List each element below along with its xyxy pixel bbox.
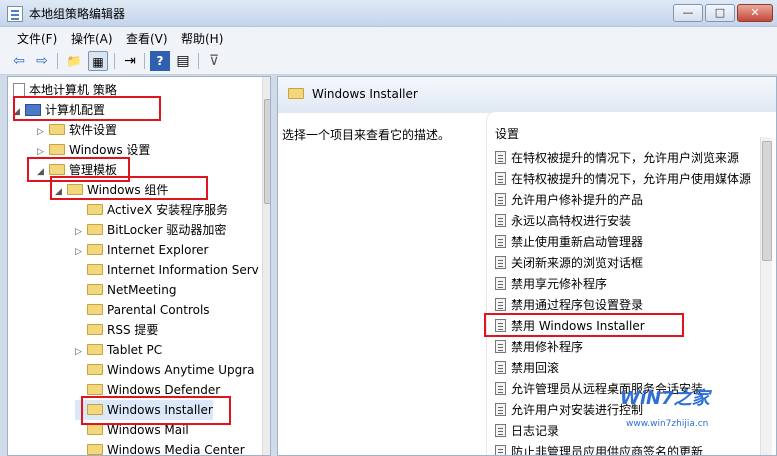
toolbar-separator [144, 53, 145, 69]
list-item[interactable]: 允许用户修补提升的产品 [495, 190, 643, 210]
show-hide-tree-icon[interactable]: ▦ [88, 51, 108, 71]
folder-icon [87, 344, 103, 355]
folder-icon [87, 444, 103, 455]
collapsed-arrow-icon[interactable]: ▷ [75, 242, 87, 262]
folder-icon [87, 264, 103, 275]
policy-setting-icon [495, 298, 506, 311]
details-title: Windows Installer [312, 87, 418, 101]
tree-item-component[interactable]: Parental Controls [75, 300, 210, 320]
policy-setting-icon [495, 403, 506, 416]
forward-arrow-icon[interactable]: ⇨ [32, 51, 52, 71]
folder-icon [49, 124, 65, 135]
folder-icon [87, 364, 103, 375]
policy-setting-icon [495, 193, 506, 206]
column-header-setting[interactable]: 设置 [495, 125, 519, 142]
menu-bar: 文件(F) 操作(A) 查看(V) 帮助(H) [0, 27, 777, 47]
properties-icon[interactable]: ▤ [173, 51, 193, 71]
menu-help[interactable]: 帮助(H) [181, 30, 223, 47]
tree-item-component[interactable]: ▷ Internet Explorer [75, 240, 208, 260]
list-item[interactable]: 永远以高特权进行安装 [495, 211, 631, 231]
folder-icon [87, 224, 103, 235]
watermark-url: www.win7zhijia.cn [626, 419, 709, 429]
title-bar: 本地组策略编辑器 — □ ✕ [0, 0, 777, 27]
collapsed-arrow-icon[interactable]: ▷ [75, 342, 87, 362]
folder-icon [87, 284, 103, 295]
list-item[interactable]: 禁用通过程序包设置登录 [495, 295, 643, 315]
export-list-icon[interactable]: ⇥ [120, 51, 140, 71]
list-item[interactable]: 在特权被提升的情况下，允许用户使用媒体源 [495, 169, 751, 189]
folder-icon [87, 424, 103, 435]
window-title: 本地组策略编辑器 [29, 7, 126, 21]
back-arrow-icon[interactable]: ⇦ [9, 51, 29, 71]
folder-icon [87, 244, 103, 255]
details-scrollbar-thumb[interactable] [762, 141, 772, 261]
close-button[interactable]: ✕ [737, 4, 773, 22]
tree-item-component[interactable]: ▷ Tablet PC [75, 340, 162, 360]
highlight-computer-config [13, 96, 161, 121]
policy-setting-icon [495, 235, 506, 248]
policy-setting-icon [495, 424, 506, 437]
list-item[interactable]: 禁止使用重新启动管理器 [495, 232, 643, 252]
menu-view[interactable]: 查看(V) [126, 30, 168, 47]
policy-setting-icon [495, 445, 506, 455]
tree-item-component[interactable]: RSS 提要 [75, 320, 158, 340]
tree-scrollbar-thumb[interactable] [264, 99, 270, 204]
tree-item-component[interactable]: ActiveX 安装程序服务 [75, 200, 228, 220]
folder-icon [49, 144, 65, 155]
watermark-logo: WiN7之家 [620, 388, 710, 409]
policy-setting-icon [495, 151, 506, 164]
help-icon[interactable]: ? [150, 51, 170, 71]
policy-setting-icon [495, 256, 506, 269]
up-folder-icon[interactable]: 📁 [64, 51, 84, 71]
folder-icon [87, 384, 103, 395]
folder-icon [87, 204, 103, 215]
folder-icon [87, 324, 103, 335]
tree-item-component[interactable]: Windows Media Center [75, 440, 245, 455]
tree-item-software-settings[interactable]: ▷ 软件设置 [37, 120, 117, 140]
list-item[interactable]: 禁用享元修补程序 [495, 274, 607, 294]
toolbar: ⇦ ⇨ 📁 ▦ ⇥ ? ▤ ⊽ [0, 47, 777, 75]
highlight-disable-windows-installer [484, 313, 684, 337]
collapsed-arrow-icon[interactable]: ▷ [75, 222, 87, 242]
list-item[interactable]: 关闭新来源的浏览对话框 [495, 253, 643, 273]
folder-icon [288, 88, 304, 99]
policy-setting-icon [495, 277, 506, 290]
toolbar-separator [57, 53, 58, 69]
policy-document-icon [13, 83, 25, 97]
tree-item-component[interactable]: Internet Information Serv [75, 260, 259, 280]
tree-item-component[interactable]: ▷ BitLocker 驱动器加密 [75, 220, 226, 240]
tree-scrollbar[interactable] [262, 77, 270, 455]
maximize-button[interactable]: □ [705, 4, 735, 22]
details-header: Windows Installer [278, 77, 776, 113]
list-item[interactable]: 在特权被提升的情况下，允许用户浏览来源 [495, 148, 739, 168]
policy-setting-icon [495, 361, 506, 374]
toolbar-separator [198, 53, 199, 69]
toolbar-separator [114, 53, 115, 69]
minimize-button[interactable]: — [673, 4, 703, 22]
highlight-windows-components [50, 176, 208, 200]
menu-file[interactable]: 文件(F) [17, 30, 57, 47]
menu-action[interactable]: 操作(A) [71, 30, 113, 47]
list-item[interactable]: 防止非管理员应用供应商签名的更新 [495, 442, 703, 455]
filter-icon[interactable]: ⊽ [204, 51, 224, 71]
highlight-windows-installer [81, 396, 231, 425]
folder-icon [87, 304, 103, 315]
policy-setting-icon [495, 382, 506, 395]
policy-setting-icon [495, 340, 506, 353]
details-scrollbar[interactable] [760, 137, 772, 455]
list-item[interactable]: 日志记录 [495, 421, 559, 441]
list-item[interactable]: 禁用修补程序 [495, 337, 583, 357]
policy-editor-icon [7, 6, 23, 22]
tree-item-component[interactable]: NetMeeting [75, 280, 176, 300]
policy-setting-icon [495, 214, 506, 227]
list-item[interactable]: 禁用回滚 [495, 358, 559, 378]
tree-item-component[interactable]: Windows Anytime Upgra [75, 360, 255, 380]
description-text: 选择一个项目来查看它的描述。 [282, 128, 451, 142]
policy-setting-icon [495, 172, 506, 185]
collapsed-arrow-icon[interactable]: ▷ [37, 122, 49, 142]
